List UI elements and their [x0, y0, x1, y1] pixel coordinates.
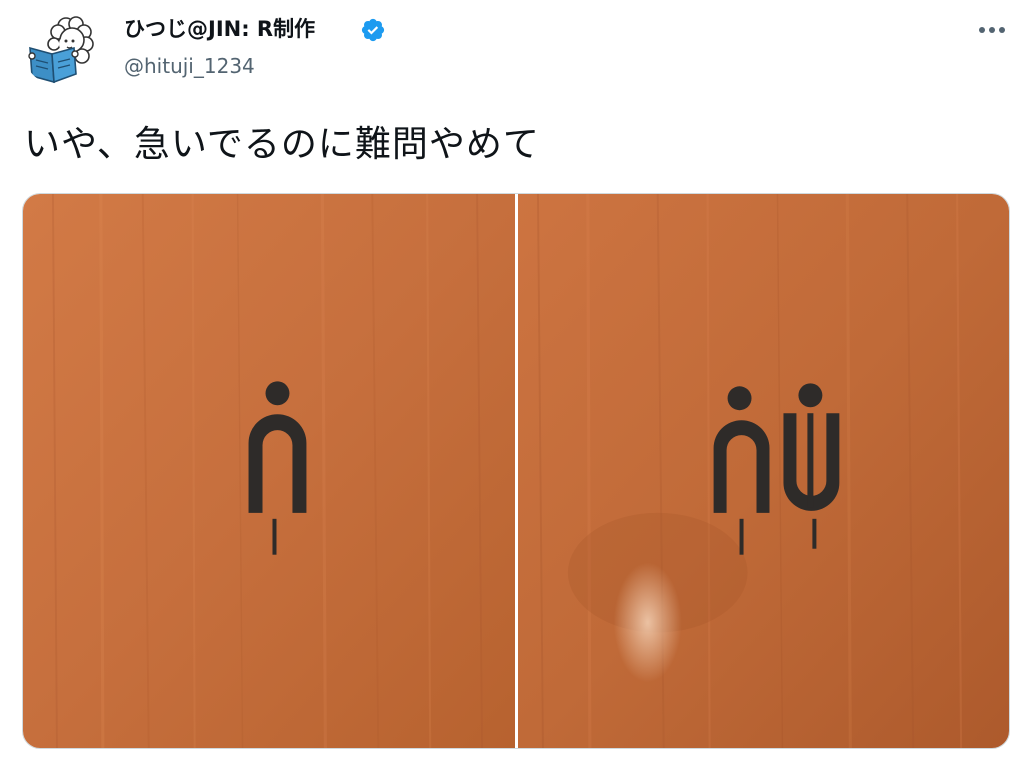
sheep-reading-book-icon: [28, 14, 98, 84]
restroom-sign-single-figure: [23, 194, 515, 748]
photo-restroom-sign-single[interactable]: [23, 194, 515, 748]
verified-badge-icon: [360, 17, 386, 43]
more-options-icon: [979, 27, 1005, 33]
more-options-button[interactable]: [972, 18, 1012, 42]
tweet-text: いや、急いでるのに難問やめて: [24, 124, 540, 165]
user-handle[interactable]: @hituji_1234: [124, 52, 255, 80]
tweet: ひつじ@JIN: R制作 @hituji_1234 いや、急いでるのに難問やめて: [0, 0, 1019, 762]
display-name[interactable]: ひつじ@JIN: R制作: [124, 14, 315, 44]
restroom-sign-two-figures: [518, 194, 1009, 748]
avatar[interactable]: [22, 10, 98, 86]
photo-restroom-sign-double[interactable]: [518, 194, 1009, 748]
media-grid: [22, 193, 1010, 749]
